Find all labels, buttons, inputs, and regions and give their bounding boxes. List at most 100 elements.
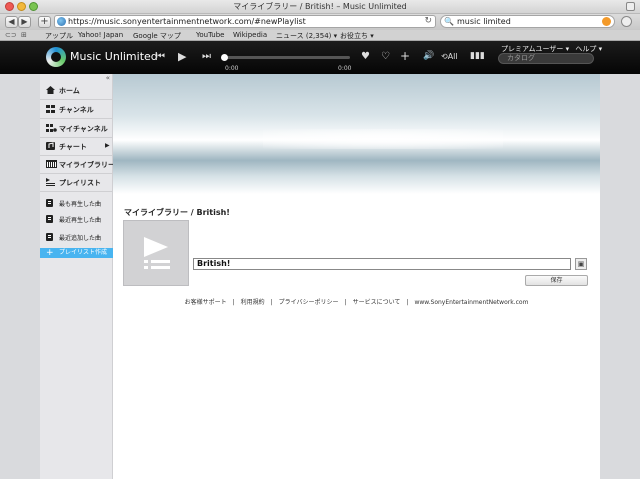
dislike-icon[interactable]: ♡	[381, 51, 390, 62]
chart-icon	[46, 142, 55, 150]
sidebar-item-label: マイチャンネル	[59, 125, 108, 133]
sidebar-item-label: 最近追加した曲	[59, 235, 102, 242]
library-icon	[46, 160, 57, 168]
time-total: 0:00	[338, 65, 352, 72]
chevron-right-icon: ▶	[105, 142, 110, 149]
equalizer-icon[interactable]: ▮▮▮	[470, 51, 485, 61]
user-menu-button[interactable]: プレミアムユーザー ▾	[501, 45, 569, 53]
footer-link-support[interactable]: お客様サポート	[182, 299, 230, 306]
seek-handle[interactable]	[221, 54, 228, 61]
sidebar-item-label: ホーム	[59, 87, 80, 95]
sidebar-item-my-channels[interactable]: マイチャンネル	[40, 124, 113, 134]
search-field[interactable]: 🔍 music limited	[440, 15, 615, 28]
sidebar-item-most-played[interactable]: 最も再生した曲	[40, 199, 113, 208]
sidebar-item-label: プレイリスト作成	[59, 249, 108, 256]
list-icon	[46, 199, 55, 207]
collapse-sidebar-icon[interactable]: «	[106, 74, 110, 82]
previous-track-icon[interactable]: ⏮	[156, 51, 165, 62]
repeat-icon[interactable]: ⟲All	[441, 52, 458, 61]
music-unlimited-logo[interactable]	[46, 47, 66, 67]
bookmark-item[interactable]: アップル	[45, 31, 73, 41]
sidebar-item-label: チャンネル	[59, 106, 94, 114]
bookmark-item[interactable]: YouTube	[196, 31, 224, 39]
footer-link-privacy[interactable]: プライバシーポリシー	[276, 299, 342, 306]
url-text: https://music.sonyentertainmentnetwork.c…	[68, 17, 306, 26]
channels-icon	[46, 105, 55, 113]
home-icon	[46, 86, 55, 94]
playlist-cover[interactable]	[123, 220, 189, 286]
list-icon	[46, 215, 55, 223]
playlist-icon	[46, 178, 55, 186]
bookmark-item[interactable]: Google マップ	[133, 31, 181, 41]
catalog-search-input[interactable]: カタログ	[498, 53, 594, 64]
browser-title-bar: マイライブラリー / British! – Music Unlimited	[0, 0, 640, 14]
top-sites-icon[interactable]: ⊞	[21, 31, 27, 39]
sidebar-item-recently-added[interactable]: 最近追加した曲	[40, 233, 113, 242]
downloads-button[interactable]	[621, 16, 632, 27]
fullscreen-button[interactable]	[626, 2, 635, 11]
footer-separator: |	[232, 299, 235, 306]
sidebar: «	[40, 74, 113, 479]
window-title: マイライブラリー / British! – Music Unlimited	[233, 2, 407, 11]
footer: お客様サポート | 利用規約 | プライバシーポリシー | サービスについて | www.Son…	[113, 297, 600, 306]
play-icon[interactable]: ▶	[178, 50, 186, 63]
divider	[40, 137, 113, 138]
globe-icon	[57, 17, 66, 26]
sidebar-item-label: 最近再生した曲	[59, 217, 102, 224]
add-bookmark-button[interactable]: +	[38, 16, 51, 28]
bookmark-item[interactable]: ニュース (2,354) ▾	[276, 31, 337, 41]
divider	[40, 99, 113, 100]
divider	[40, 191, 113, 192]
playlist-name-input[interactable]: British!	[193, 258, 571, 270]
app-header: Music Unlimited ⏮ ▶ ⏭ 0:00 0:00 ♥ ♡ + 🔊 …	[0, 41, 640, 74]
my-channels-icon	[46, 124, 57, 132]
divider	[40, 118, 113, 119]
footer-link-sen[interactable]: www.SonyEntertainmentNetwork.com	[411, 299, 531, 306]
bookmark-item[interactable]: Wikipedia	[233, 31, 267, 39]
change-image-button[interactable]: ▣	[575, 258, 587, 270]
clear-search-icon[interactable]	[602, 17, 611, 26]
search-text: music limited	[457, 17, 511, 26]
help-menu-button[interactable]: ヘルプ ▾	[575, 45, 602, 53]
sidebar-item-my-library[interactable]: マイライブラリー	[40, 160, 115, 170]
bookmark-item[interactable]: お役立ち ▾	[340, 31, 374, 41]
playlist-placeholder-icon	[144, 237, 170, 269]
sidebar-item-label: プレイリスト	[59, 179, 101, 187]
banner-light	[263, 129, 503, 149]
forward-button[interactable]: ▶	[18, 16, 31, 28]
seek-bar[interactable]	[221, 54, 350, 61]
next-track-icon[interactable]: ⏭	[202, 51, 211, 62]
sidebar-item-label: 最も再生した曲	[59, 201, 102, 208]
url-field[interactable]: https://music.sonyentertainmentnetwork.c…	[54, 15, 436, 28]
divider	[40, 173, 113, 174]
bookmarks-bar: ⊂⊃ ⊞ アップル Yahoo! Japan Google マップ YouTub…	[0, 30, 640, 41]
sidebar-item-create-playlist[interactable]: + プレイリスト作成	[40, 248, 113, 258]
list-icon	[46, 233, 55, 241]
divider	[40, 155, 113, 156]
brand-name: Music Unlimited	[70, 50, 158, 63]
footer-separator: |	[344, 299, 347, 306]
footer-separator: |	[270, 299, 273, 306]
footer-link-about[interactable]: サービスについて	[350, 299, 404, 306]
sidebar-item-label: チャート	[59, 143, 87, 151]
sidebar-item-chart[interactable]: チャート ▶	[40, 142, 113, 152]
page-title: マイライブラリー / British!	[124, 208, 230, 217]
reload-icon[interactable]: ↻	[424, 16, 432, 27]
time-elapsed: 0:00	[225, 65, 239, 72]
sidebar-item-channels[interactable]: チャンネル	[40, 105, 113, 115]
sidebar-item-playlists[interactable]: プレイリスト	[40, 178, 113, 188]
plus-icon: +	[46, 248, 54, 258]
sidebar-item-home[interactable]: ホーム	[40, 86, 113, 96]
repeat-mode-label: All	[447, 52, 458, 61]
like-icon[interactable]: ♥	[361, 51, 370, 62]
volume-icon[interactable]: 🔊	[423, 51, 434, 61]
back-button[interactable]: ◀	[5, 16, 18, 28]
add-icon[interactable]: +	[400, 49, 410, 63]
sidebar-item-recently-played[interactable]: 最近再生した曲	[40, 215, 113, 224]
bookmark-item[interactable]: Yahoo! Japan	[78, 31, 123, 39]
browser-toolbar: ◀ ▶ + https://music.sonyentertainmentnet…	[0, 14, 640, 30]
save-button[interactable]: 保存	[525, 275, 588, 286]
reading-list-icon[interactable]: ⊂⊃	[5, 31, 17, 39]
hero-banner	[113, 74, 600, 194]
footer-link-terms[interactable]: 利用規約	[238, 299, 268, 306]
